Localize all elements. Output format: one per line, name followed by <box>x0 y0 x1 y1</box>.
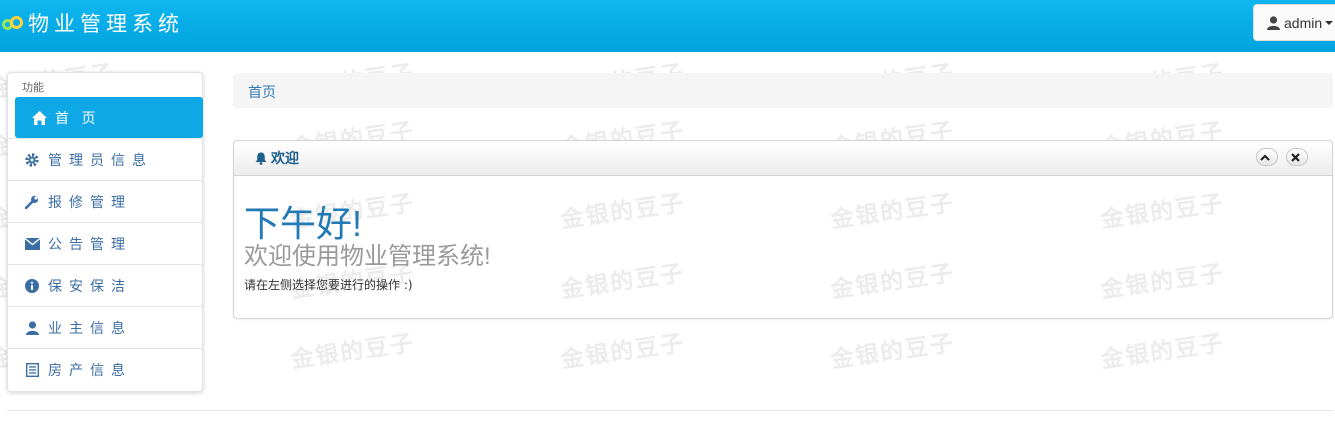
user-icon <box>24 320 40 336</box>
gear-icon <box>24 152 40 168</box>
sidebar-item-label: 管理员信息 <box>48 152 153 169</box>
sidebar-item-label: 业主信息 <box>48 320 132 337</box>
sidebar-item-notice[interactable]: 公告管理 <box>8 222 202 264</box>
watermark-text: 金银的豆子 <box>289 329 417 374</box>
watermark-text: 金银的豆子 <box>1099 329 1227 374</box>
welcome-text: 欢迎使用物业管理系统! <box>244 243 491 270</box>
greeting-text: 下午好! <box>244 203 363 244</box>
watermark-text: 金银的豆子 <box>559 329 687 374</box>
sidebar-item-repair[interactable]: 报修管理 <box>8 180 202 222</box>
chevron-up-icon <box>1260 153 1270 161</box>
wrench-icon <box>24 194 40 210</box>
envelope-icon <box>24 236 40 252</box>
sidebar-item-admin-info[interactable]: 管理员信息 <box>8 138 202 180</box>
close-icon <box>1290 152 1300 162</box>
sidebar-item-owner-info[interactable]: 业主信息 <box>8 306 202 348</box>
user-menu-button[interactable]: admin <box>1253 4 1335 41</box>
panel-body: 下午好! 欢迎使用物业管理系统! 请在左侧选择您要进行的操作 :) <box>234 176 1332 293</box>
breadcrumb: 首页 <box>233 73 1333 108</box>
bell-icon <box>255 152 267 165</box>
footer-divider <box>7 410 1333 411</box>
app-logo[interactable]: 物业管理系统 <box>2 8 184 38</box>
close-panel-button[interactable] <box>1286 148 1308 166</box>
panel-title: 欢迎 <box>271 151 299 167</box>
sidebar-item-home[interactable]: 首 页 <box>15 97 203 138</box>
hint-text: 请在左侧选择您要进行的操作 :) <box>244 278 413 292</box>
sidebar-item-security-cleaning[interactable]: 保安保洁 <box>8 264 202 306</box>
welcome-panel: 欢迎 下午好! 欢迎使用物业管理系统! 请在左侧选择您要进行的操作 :) <box>233 140 1333 319</box>
user-name: admin <box>1284 14 1323 31</box>
sidebar: 功能 首 页 管理员信息 报修管理 公告管理 保安保洁 业主信息 房产信息 <box>7 72 203 392</box>
panel-heading: 欢迎 <box>234 141 1332 176</box>
sidebar-item-label: 公告管理 <box>48 236 132 253</box>
logo-rings-icon <box>2 14 24 32</box>
user-icon <box>1267 15 1280 30</box>
sidebar-item-label: 房产信息 <box>48 362 132 379</box>
watermark-text: 金银的豆子 <box>829 329 957 374</box>
breadcrumb-home-link[interactable]: 首页 <box>248 85 276 101</box>
app-title: 物业管理系统 <box>28 12 184 36</box>
sidebar-item-label: 首 页 <box>55 110 100 127</box>
top-header: 物业管理系统 admin <box>0 0 1335 52</box>
home-icon <box>31 110 47 126</box>
sidebar-item-label: 报修管理 <box>48 194 132 211</box>
info-circle-icon <box>24 278 40 294</box>
sidebar-item-label: 保安保洁 <box>48 278 132 295</box>
sidebar-item-property-info[interactable]: 房产信息 <box>8 348 202 390</box>
chevron-down-icon <box>1325 20 1334 25</box>
list-icon <box>24 362 40 378</box>
sidebar-section-label: 功能 <box>22 81 44 94</box>
collapse-panel-button[interactable] <box>1256 148 1278 166</box>
